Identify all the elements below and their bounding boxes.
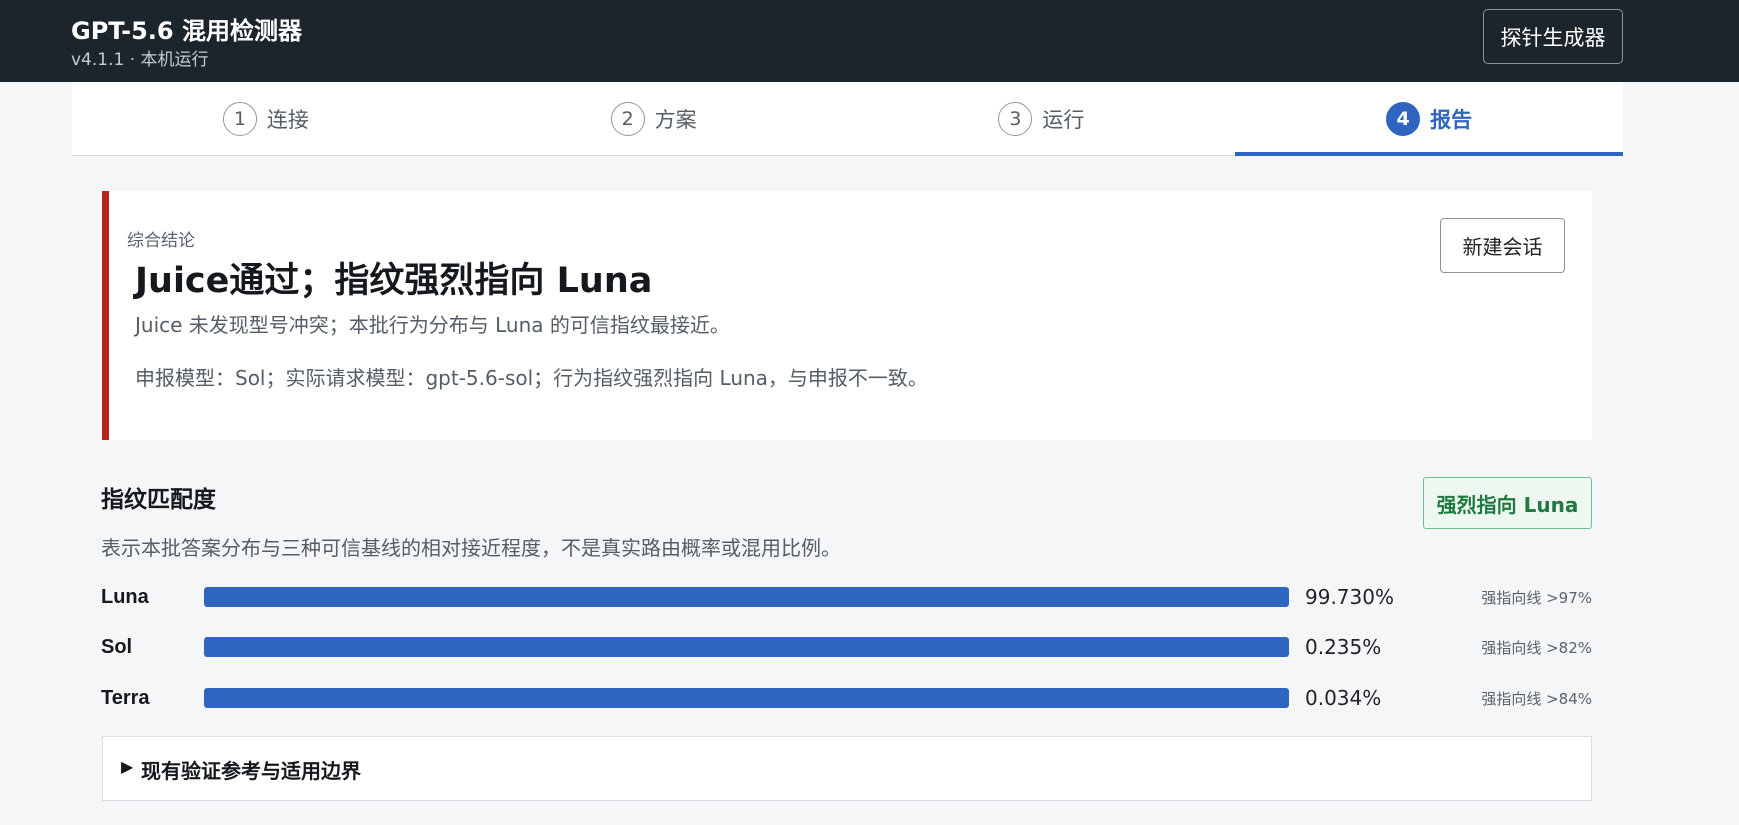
match-bar-fill — [204, 637, 1289, 657]
fingerprint-description: 表示本批答案分布与三种可信基线的相对接近程度，不是真实路由概率或混用比例。 — [101, 536, 841, 560]
threshold-label: 强指向线 >82% — [1481, 639, 1592, 657]
disclosure-triangle-icon: ▶ — [121, 759, 134, 776]
step-number: 3 — [998, 101, 1033, 136]
verdict-kicker: 综合结论 — [127, 231, 195, 251]
step-label: 报告 — [1430, 107, 1473, 132]
step-plan[interactable]: 2 方案 — [460, 82, 848, 155]
fingerprint-row-luna: Luna 99.730% 强指向线 >97% — [101, 582, 1592, 612]
step-number: 4 — [1386, 101, 1421, 136]
step-label: 方案 — [654, 107, 697, 132]
step-number: 1 — [222, 101, 257, 136]
details-summary-label: 现有验证参考与适用边界 — [141, 759, 361, 783]
probe-generator-button[interactable]: 探针生成器 — [1483, 9, 1623, 64]
match-bar-fill — [204, 688, 1289, 708]
step-number: 2 — [610, 101, 645, 136]
match-bar — [204, 637, 1289, 657]
model-name: Luna — [101, 586, 149, 608]
match-percent: 99.730% — [1305, 585, 1394, 609]
match-percent: 0.235% — [1305, 635, 1382, 659]
top-bar: GPT-5.6 混用检测器 v4.1.1 · 本机运行 探针生成器 — [0, 0, 1739, 82]
match-bar-fill — [204, 587, 1289, 607]
step-tabs: 1 连接 2 方案 3 运行 4 报告 — [72, 82, 1623, 156]
step-report[interactable]: 4 报告 — [1235, 82, 1623, 156]
new-session-button[interactable]: 新建会话 — [1440, 218, 1565, 273]
model-name: Sol — [101, 636, 133, 658]
model-name: Terra — [101, 687, 150, 709]
validation-details-toggle[interactable]: ▶ 现有验证参考与适用边界 — [102, 736, 1592, 801]
threshold-label: 强指向线 >97% — [1481, 589, 1592, 607]
match-bar — [204, 587, 1289, 607]
verdict-summary: Juice 未发现型号冲突；本批行为分布与 Luna 的可信指纹最接近。 — [135, 313, 730, 337]
fingerprint-title: 指纹匹配度 — [101, 487, 216, 513]
threshold-label: 强指向线 >84% — [1481, 690, 1592, 708]
fingerprint-row-sol: Sol 0.235% 强指向线 >82% — [101, 632, 1592, 662]
step-connect[interactable]: 1 连接 — [72, 82, 460, 155]
app-version: v4.1.1 · 本机运行 — [71, 50, 209, 70]
step-run[interactable]: 3 运行 — [848, 82, 1236, 155]
fingerprint-badge: 强烈指向 Luna — [1423, 477, 1592, 529]
step-label: 连接 — [266, 107, 309, 132]
verdict-detail: 申报模型：Sol；实际请求模型：gpt-5.6-sol；行为指纹强烈指向 Lun… — [135, 366, 928, 390]
step-label: 运行 — [1042, 107, 1085, 132]
fingerprint-row-terra: Terra 0.034% 强指向线 >84% — [101, 683, 1592, 713]
match-bar — [204, 688, 1289, 708]
app-title: GPT-5.6 混用检测器 — [71, 17, 302, 45]
match-percent: 0.034% — [1305, 686, 1382, 710]
verdict-title: Juice通过；指纹强烈指向 Luna — [135, 261, 653, 301]
